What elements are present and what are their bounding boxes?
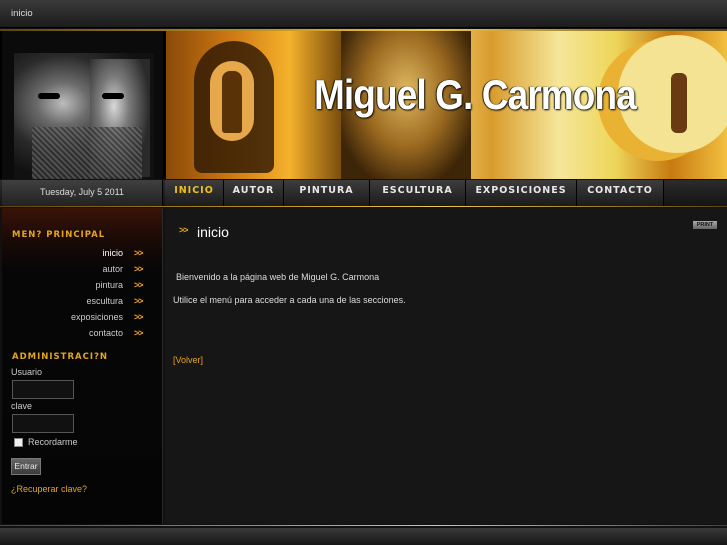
site-title: Miguel G. Carmona <box>314 71 637 118</box>
menu-item-inicio[interactable]: inicio >> <box>2 246 163 262</box>
instructions-text: Utilice el menú para acceder a cada una … <box>173 295 406 305</box>
heading-arrow-icon: >> <box>179 225 188 235</box>
portrait-eye-right <box>102 93 124 99</box>
nav-row: Tuesday, July 5 2011 INICIO AUTOR PINTUR… <box>0 180 727 206</box>
menu-arrow-icon: >> <box>134 248 143 258</box>
menu-arrow-icon: >> <box>134 312 143 322</box>
menu-arrow-icon: >> <box>134 264 143 274</box>
menu-arrow-icon: >> <box>134 280 143 290</box>
page-title: inicio <box>197 224 229 240</box>
header-banner: Miguel G. Carmona <box>166 31 727 179</box>
remember-checkbox[interactable] <box>14 438 23 447</box>
menu-arrow-icon: >> <box>134 296 143 306</box>
nav-bottom-rule <box>0 206 727 207</box>
breadcrumb[interactable]: inicio <box>11 8 33 19</box>
header: Miguel G. Carmona <box>0 31 727 179</box>
username-label: Usuario <box>11 367 43 377</box>
menu-item-label[interactable]: escultura <box>86 296 123 306</box>
nav-item-escultura[interactable]: ESCULTURA <box>370 180 466 206</box>
remember-label: Recordarme <box>28 437 78 447</box>
main-nav: INICIO AUTOR PINTURA ESCULTURA EXPOSICIO… <box>165 180 664 206</box>
menu-item-escultura[interactable]: escultura >> <box>2 294 163 310</box>
menu-item-contacto[interactable]: contacto >> <box>2 326 163 342</box>
artist-portrait <box>2 31 163 179</box>
recover-password-link[interactable]: ¿Recuperar clave? <box>11 484 87 494</box>
menu-item-exposiciones[interactable]: exposiciones >> <box>2 310 163 326</box>
sidebar: MEN? PRINCIPAL inicio >> autor >> pintur… <box>2 208 163 524</box>
main-menu-heading: MEN? PRINCIPAL <box>12 230 106 240</box>
welcome-text: Bienvenido a la página web de Miguel G. … <box>176 272 380 282</box>
top-bar: inicio <box>0 0 727 28</box>
menu-item-label[interactable]: autor <box>102 264 123 274</box>
login-button[interactable]: Entrar <box>11 458 41 475</box>
nav-item-pintura[interactable]: PINTURA <box>284 180 370 206</box>
current-date: Tuesday, July 5 2011 <box>2 180 163 206</box>
nav-item-contacto[interactable]: CONTACTO <box>577 180 664 206</box>
menu-item-label[interactable]: contacto <box>89 328 123 338</box>
menu-item-label[interactable]: exposiciones <box>71 312 123 322</box>
footer-bar <box>0 528 727 545</box>
print-button[interactable]: PRINT <box>693 221 717 229</box>
menu-item-label[interactable]: pintura <box>95 280 123 290</box>
menu-item-pintura[interactable]: pintura >> <box>2 278 163 294</box>
menu-arrow-icon: >> <box>134 328 143 338</box>
main-content: PRINT >> inicio Bienvenido a la página w… <box>165 208 727 524</box>
admin-heading: ADMINISTRACI?N <box>12 352 109 362</box>
username-input[interactable] <box>12 380 74 399</box>
footer-top-rule <box>0 525 727 526</box>
portrait-beard <box>32 127 142 179</box>
menu-item-autor[interactable]: autor >> <box>2 262 163 278</box>
sculpture-figure <box>222 71 242 133</box>
password-label: clave <box>11 401 33 411</box>
portrait-eye-left <box>38 93 60 99</box>
nav-item-exposiciones[interactable]: EXPOSICIONES <box>466 180 577 206</box>
menu-item-label[interactable]: inicio <box>102 248 123 258</box>
main-menu: inicio >> autor >> pintura >> escultura … <box>2 246 163 342</box>
moon-figure <box>671 73 687 133</box>
nav-item-autor[interactable]: AUTOR <box>224 180 284 206</box>
password-input[interactable] <box>12 414 74 433</box>
back-link[interactable]: [Volver] <box>173 355 203 365</box>
page: inicio Miguel G. Carmona Tuesday, July 5… <box>0 0 727 545</box>
nav-item-inicio[interactable]: INICIO <box>165 180 224 206</box>
